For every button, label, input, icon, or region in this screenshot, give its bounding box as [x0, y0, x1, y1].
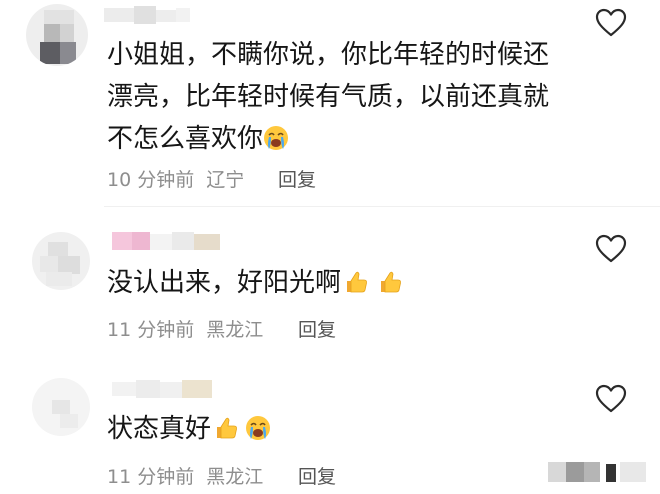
comment-text-line: 状态真好: [107, 414, 212, 444]
comment-item: 状态真好 11 分钟前 黑龙江 回复: [0, 0, 660, 494]
reply-button[interactable]: 回复: [298, 462, 336, 489]
sob-emoji: [245, 412, 271, 454]
comment-time: 11 分钟前: [107, 466, 195, 488]
comment-meta: 11 分钟前 黑龙江: [107, 462, 263, 489]
avatar[interactable]: [32, 378, 90, 436]
username-redacted: [112, 380, 212, 400]
comment-text: 状态真好: [107, 408, 271, 454]
comment-location: 黑龙江: [206, 466, 264, 488]
watermark-redacted: [548, 462, 648, 484]
thumbs-up-emoji: [213, 412, 239, 454]
heart-outline-icon[interactable]: [595, 384, 629, 416]
